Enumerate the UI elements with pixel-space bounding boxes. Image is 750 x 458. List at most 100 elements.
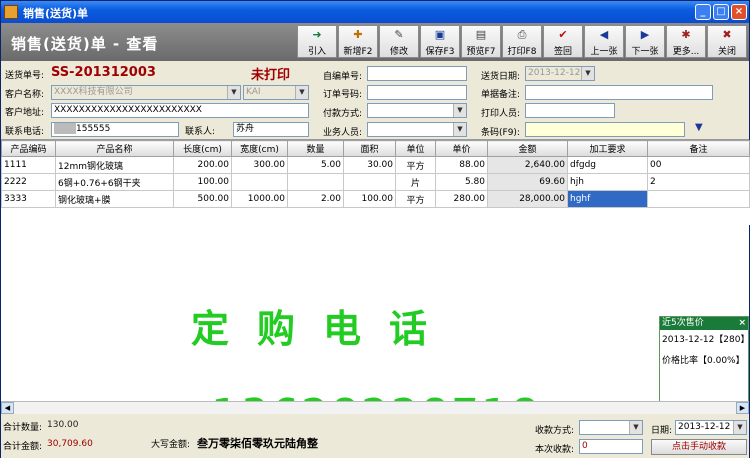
table-cell[interactable]: 2.00 <box>287 190 344 208</box>
table-cell[interactable]: 100.00 <box>173 173 232 191</box>
check-button[interactable]: ✔ 签回 <box>543 25 583 58</box>
close-doc-button[interactable]: ✖ 关闭 <box>707 25 747 58</box>
column-header[interactable]: 数量 <box>287 140 344 157</box>
table-cell[interactable] <box>287 173 344 191</box>
table-cell[interactable] <box>1 207 56 225</box>
table-row[interactable]: 2222 6钢+0.76+6钢干夹 100.00 片 5.80 69.60 hjh 2 <box>1 173 750 191</box>
footer-date-picker[interactable]: 2013-12-12 ▼ <box>675 420 747 435</box>
table-cell[interactable] <box>343 207 396 225</box>
table-cell[interactable]: 200.00 <box>173 156 232 174</box>
contact-field[interactable]: 苏舟 <box>233 122 309 137</box>
maximize-button[interactable]: □ <box>713 4 729 20</box>
column-header[interactable]: 单位 <box>395 140 436 157</box>
printer-field[interactable] <box>525 103 615 118</box>
table-cell[interactable]: 3333 <box>1 190 56 208</box>
table-cell[interactable] <box>647 190 750 208</box>
table-cell[interactable]: 88.00 <box>435 156 488 174</box>
table-cell[interactable]: 00 <box>647 156 750 174</box>
table-cell[interactable]: 1000.00 <box>231 190 288 208</box>
barcode-field[interactable] <box>525 122 685 137</box>
new-button[interactable]: ✚ 新增F2 <box>338 25 378 58</box>
table-cell[interactable]: 12mm钢化玻璃 <box>55 156 174 174</box>
table-cell[interactable]: 6钢+0.76+6钢干夹 <box>55 173 174 191</box>
column-header[interactable]: 备注 <box>647 140 750 157</box>
customer-field[interactable]: XXXX科技有限公司 ▼ <box>51 85 241 100</box>
table-cell[interactable] <box>487 207 568 225</box>
table-cell[interactable]: 300.00 <box>231 156 288 174</box>
column-header[interactable]: 金额 <box>487 140 568 157</box>
next-button[interactable]: ▶ 下一张 <box>625 25 665 58</box>
chevron-down-icon[interactable]: ▼ <box>733 421 746 434</box>
table-row[interactable]: 1111 12mm钢化玻璃 200.00 300.00 5.00 30.00 平方 88.00… <box>1 156 750 174</box>
chevron-down-icon[interactable]: ▼ <box>581 67 594 80</box>
chevron-down-icon[interactable]: ▼ <box>453 104 466 117</box>
save-button[interactable]: ▣ 保存F3 <box>420 25 460 58</box>
table-cell[interactable] <box>173 207 232 225</box>
table-cell[interactable] <box>567 207 648 225</box>
import-button[interactable]: ➜ 引入 <box>297 25 337 58</box>
table-row[interactable]: 3333 钢化玻璃+膜 500.00 1000.00 2.00 100.00 平方 280.0… <box>1 190 750 208</box>
receive-method-select[interactable]: ▼ <box>579 420 643 435</box>
table-cell[interactable] <box>231 207 288 225</box>
customer-code-field[interactable]: KAI ▼ <box>243 85 309 100</box>
table-cell[interactable] <box>55 207 174 225</box>
scroll-left-icon[interactable]: ◀ <box>1 402 14 414</box>
table-cell[interactable]: 平方 <box>395 190 436 208</box>
expand-arrow-icon[interactable]: ▼ <box>695 122 703 133</box>
table-cell[interactable]: 30.00 <box>343 156 396 174</box>
manual-receive-button[interactable]: 点击手动收款 <box>651 439 747 455</box>
table-cell[interactable]: 2 <box>647 173 750 191</box>
table-cell[interactable] <box>435 207 488 225</box>
chevron-down-icon[interactable]: ▼ <box>295 86 308 99</box>
order-num-field[interactable] <box>367 85 467 100</box>
table-cell[interactable]: hghf <box>567 190 648 208</box>
table-cell[interactable]: 平方 <box>395 156 436 174</box>
address-field[interactable]: XXXXXXXXXXXXXXXXXXXXXXXX <box>51 103 309 118</box>
edit-button[interactable]: ✎ 修改 <box>379 25 419 58</box>
table-cell[interactable]: 5.00 <box>287 156 344 174</box>
column-header[interactable]: 长度(cm) <box>173 140 232 157</box>
table-cell[interactable]: 5.80 <box>435 173 488 191</box>
table-cell[interactable]: 28,000.00 <box>487 190 568 208</box>
column-header[interactable]: 单价 <box>435 140 488 157</box>
remark-field[interactable] <box>525 85 713 100</box>
chevron-down-icon[interactable]: ▼ <box>629 421 642 434</box>
scroll-right-icon[interactable]: ▶ <box>736 402 749 414</box>
table-cell[interactable]: 100.00 <box>343 190 396 208</box>
table-cell[interactable] <box>395 207 436 225</box>
horizontal-scrollbar[interactable]: ◀ ▶ <box>1 401 749 414</box>
table-cell[interactable] <box>231 173 288 191</box>
table-cell[interactable]: 2222 <box>1 173 56 191</box>
table-cell[interactable]: 片 <box>395 173 436 191</box>
prev-button[interactable]: ◀ 上一张 <box>584 25 624 58</box>
this-receive-field[interactable]: 0 <box>579 439 643 454</box>
chevron-down-icon[interactable]: ▼ <box>227 86 240 99</box>
sales-select[interactable]: ▼ <box>367 122 467 137</box>
column-header[interactable]: 产品编码 <box>1 140 56 157</box>
table-cell[interactable]: 280.00 <box>435 190 488 208</box>
phone-field[interactable]: 155555 <box>51 122 179 137</box>
table-cell[interactable]: 1111 <box>1 156 56 174</box>
close-window-button[interactable]: × <box>731 4 747 20</box>
date-picker[interactable]: 2013-12-12 ▼ <box>525 66 595 81</box>
table-cell[interactable] <box>343 173 396 191</box>
chevron-down-icon[interactable]: ▼ <box>453 123 466 136</box>
table-cell[interactable]: dfgdg <box>567 156 648 174</box>
popup-close-icon[interactable]: × <box>738 317 746 330</box>
minimize-button[interactable]: _ <box>695 4 711 20</box>
column-header[interactable]: 面积 <box>343 140 396 157</box>
table-cell[interactable]: 钢化玻璃+膜 <box>55 190 174 208</box>
table-cell[interactable] <box>647 207 750 225</box>
preview-button[interactable]: ▤ 预览F7 <box>461 25 501 58</box>
table-cell[interactable]: hjh <box>567 173 648 191</box>
print-button[interactable]: ⎙ 打印F8 <box>502 25 542 58</box>
table-cell[interactable] <box>287 207 344 225</box>
more-button[interactable]: ✱ 更多... <box>666 25 706 58</box>
table-cell[interactable]: 2,640.00 <box>487 156 568 174</box>
column-header[interactable]: 宽度(cm) <box>231 140 288 157</box>
column-header[interactable]: 加工要求 <box>567 140 648 157</box>
table-cell[interactable]: 500.00 <box>173 190 232 208</box>
pay-method-select[interactable]: ▼ <box>367 103 467 118</box>
column-header[interactable]: 产品名称 <box>55 140 174 157</box>
self-no-field[interactable] <box>367 66 467 81</box>
